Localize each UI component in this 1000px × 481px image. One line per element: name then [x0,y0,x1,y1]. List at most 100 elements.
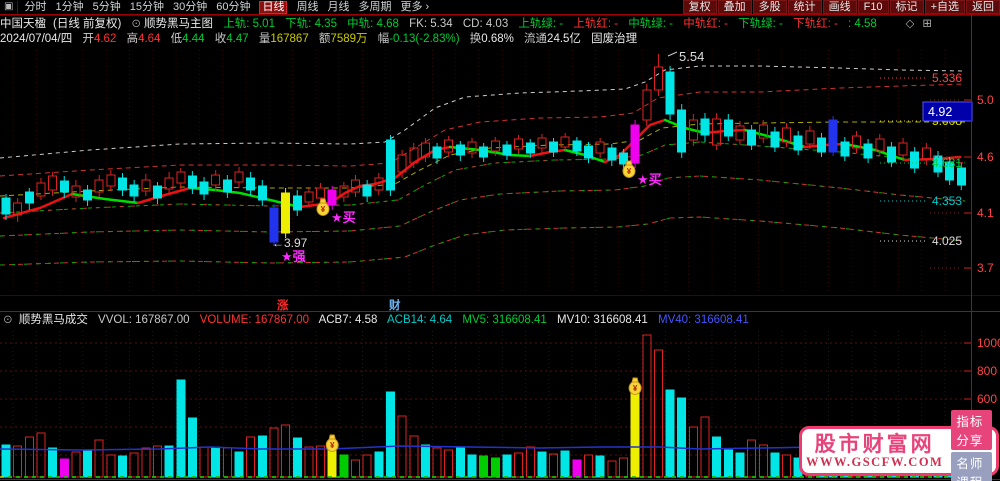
money-bag-symbol: ¥ [321,205,326,214]
candlestick [83,189,93,201]
trend-segment-up [2,192,74,220]
change-label: 幅 [377,33,390,45]
candlestick [770,131,780,148]
volume-bar [13,445,23,478]
f10-button[interactable]: F10 [857,0,889,14]
bottom-frame-line [0,479,1000,480]
draw-line-button[interactable]: 画线 [822,0,857,14]
volume-indicator-bar: ⊙ 顺势黑马成交 VVOL: 167867.00 VOLUME: 167867.… [0,312,1000,329]
volume-bar [595,455,605,478]
back-button[interactable]: 返回 [966,0,1000,14]
tab-15min[interactable]: 15分钟 [130,0,164,14]
candlestick [653,66,663,91]
volume-bar [281,424,291,478]
peak-price-label: 5.54 [679,49,704,64]
volume-indicator-name[interactable]: 顺势黑马成交 [19,314,88,326]
volume-bar [677,397,687,478]
tab-monthly[interactable]: 月线 [327,0,349,14]
candlestick [560,136,570,148]
candlestick [316,187,326,199]
overlay-button[interactable]: 叠加 [717,0,752,14]
candlestick [910,151,920,169]
volume-bar [467,454,477,478]
volume-axis-label: 800 [977,364,997,378]
candlestick [281,192,291,234]
money-bag-top [319,198,327,204]
grid-window-icon[interactable]: ⊞ [922,18,940,30]
volume-bar [48,447,58,478]
tab-more[interactable]: 更多 › [400,0,429,14]
volume-bar [700,416,710,478]
volume-bar [444,449,454,478]
indicator-field: CD: 4.03 [462,18,509,30]
sector-tag[interactable]: 固废治理 [591,33,637,45]
diamond-icon[interactable]: ◇ [906,18,923,30]
volume-bar [234,451,244,478]
volume-bar [432,447,442,478]
trend-segment-down [70,192,140,205]
indicator-dropdown-icon[interactable]: ⊙ [131,18,141,30]
band-line-fk-band [0,83,966,177]
volume-bar [269,427,279,478]
price-axis-label: 4.353 [932,194,962,208]
candlestick [48,175,58,191]
candlestick [665,71,675,115]
price-axis-label: 5.336 [932,71,962,85]
tab-multi-period[interactable]: 多周期 [358,0,391,14]
outer-axis-label: 4.6 [977,150,994,164]
volume-bar [490,457,500,478]
volume-bar [618,457,628,478]
volume-bar [665,389,675,478]
money-bag-symbol: ¥ [633,384,638,393]
tab-fenshi[interactable]: 分时 [24,0,46,14]
candlestick [898,142,908,156]
indicator-dropdown-icon[interactable]: ⊙ [3,314,13,326]
tab-5min[interactable]: 5分钟 [93,0,121,14]
candlestick [525,142,535,154]
candlestick [234,171,244,183]
indicator-field: 中轨红: - [683,18,728,30]
multi-stock-button[interactable]: 多股 [752,0,787,14]
tab-30min[interactable]: 30分钟 [173,0,207,14]
candlestick [490,140,500,152]
band-line-upper-band [0,121,965,197]
candlestick [1,197,11,215]
tab-weekly[interactable]: 周线 [296,0,318,14]
stats-button[interactable]: 统计 [787,0,822,14]
volume-bar [374,451,384,478]
indicator-field: MV10: 316608.41 [557,314,648,326]
main-indicator-bar: 中国天楹 (日线 前复权) ⊙ 顺势黑马主图 上轨: 5.01 下轨: 4.35 中轨… [0,15,1000,32]
candlestick [199,181,209,195]
volume-bar [83,450,93,478]
volume-bar [525,446,535,478]
volume-bar [176,379,186,478]
add-watchlist-button[interactable]: +自选 [924,0,965,14]
buy-signal-label: ★买 [331,210,356,225]
amount-value: 7589万 [330,33,368,45]
tab-1min[interactable]: 1分钟 [55,0,83,14]
volume-bar [537,451,547,478]
candlestick [118,177,127,191]
volume-bar [712,436,722,478]
turnover-value: 0.68% [481,33,514,45]
outer-axis-label: 5.0 [977,93,994,107]
money-bag-top [631,377,639,383]
indicator-field: VVOL: 167867.00 [98,314,190,326]
volume-bar [560,450,570,478]
fuquan-button[interactable]: 复权 [682,0,717,14]
tab-60min[interactable]: 60分钟 [216,0,250,14]
mark-button[interactable]: 标记 [889,0,924,14]
trading-app-window: ¥★买¥★买¥¥5.3365.0084.6814.3534.0255.04.64… [0,0,1000,481]
toolbar-divider [17,0,19,14]
volume-bar [222,447,232,478]
watermark-badge-indicator-share: 指标分享 [951,410,992,450]
candlestick [886,146,896,163]
volume-bar [71,451,81,478]
candlestick [292,195,302,211]
tab-daily-active[interactable]: 日线 [259,0,288,14]
chart-canvas: ¥★买¥★买¥¥5.3365.0084.6814.3534.0255.04.64… [0,49,1000,478]
candlestick [607,147,617,161]
main-indicator-name[interactable]: 顺势黑马主图 [144,18,213,30]
candlestick [572,140,582,152]
window-layout-icon[interactable]: ▣ [4,0,13,14]
